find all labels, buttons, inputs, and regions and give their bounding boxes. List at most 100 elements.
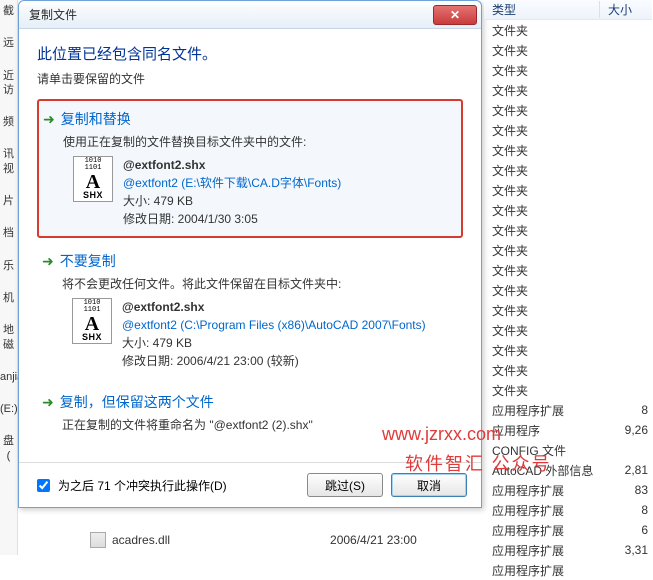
cell-type: 文件夹 <box>484 42 612 59</box>
list-row[interactable]: 应用程序扩展 <box>484 560 652 580</box>
list-row[interactable]: 文件夹 <box>484 340 652 360</box>
cell-type: 文件夹 <box>484 122 612 139</box>
option-desc: 使用正在复制的文件替换目标文件夹中的文件: <box>63 133 453 150</box>
cell-type: 应用程序扩展 <box>484 502 612 519</box>
list-row[interactable]: 应用程序扩展8 <box>484 400 652 420</box>
list-row[interactable]: 文件夹 <box>484 300 652 320</box>
explorer-row-visible[interactable]: acadres.dll 2006/4/21 23:00 <box>90 532 650 548</box>
cell-type: 文件夹 <box>484 162 612 179</box>
arrow-icon: ➜ <box>43 111 55 128</box>
list-row[interactable]: 文件夹 <box>484 60 652 80</box>
file-size: 大小: 479 KB <box>122 334 426 352</box>
arrow-icon: ➜ <box>42 253 54 270</box>
option-copy-replace[interactable]: ➜ 复制和替换 使用正在复制的文件替换目标文件夹中的文件: 1010 1101 … <box>37 99 463 238</box>
list-row[interactable]: 文件夹 <box>484 260 652 280</box>
list-row[interactable]: 文件夹 <box>484 40 652 60</box>
cell-type: 应用程序扩展 <box>484 562 612 579</box>
list-row[interactable]: 文件夹 <box>484 120 652 140</box>
option-keep-both[interactable]: ➜ 复制，但保留这两个文件 正在复制的文件将重命名为 "@extfont2 (2… <box>37 383 463 448</box>
cell-type: 文件夹 <box>484 22 612 39</box>
list-row[interactable]: 文件夹 <box>484 160 652 180</box>
list-row[interactable]: 文件夹 <box>484 100 652 120</box>
close-button[interactable]: ✕ <box>433 5 477 25</box>
apply-all-label: 为之后 71 个冲突执行此操作(D) <box>58 477 227 494</box>
copy-file-dialog: 复制文件 ✕ 此位置已经包含同名文件。 请单击要保留的文件 ➜ 复制和替换 使用… <box>18 0 482 508</box>
cell-type: 文件夹 <box>484 322 612 339</box>
cell-type: 文件夹 <box>484 82 612 99</box>
col-size-header[interactable]: 大小 <box>600 1 652 18</box>
parent-fragment: 盘 ( <box>0 434 17 463</box>
bottom-file-date: 2006/4/21 23:00 <box>330 533 417 547</box>
shx-file-icon: 1010 1101 A SHX <box>73 156 113 202</box>
cell-type: 文件夹 <box>484 342 612 359</box>
cell-type: 文件夹 <box>484 222 612 239</box>
list-row[interactable]: 应用程序扩展83 <box>484 480 652 500</box>
list-row[interactable]: 文件夹 <box>484 380 652 400</box>
cell-size: 2,81 <box>612 463 652 477</box>
list-row[interactable]: 文件夹 <box>484 360 652 380</box>
dll-file-icon <box>90 532 106 548</box>
parent-fragment: 讯视 <box>0 147 17 176</box>
headline: 此位置已经包含同名文件。 <box>37 43 463 64</box>
file-date: 修改日期: 2004/1/30 3:05 <box>123 210 341 228</box>
cell-type: CONFIG 文件 <box>484 442 612 459</box>
cell-type: 文件夹 <box>484 362 612 379</box>
file-meta: @extfont2.shx @extfont2 (E:\软件下载\CA.D字体\… <box>123 156 341 228</box>
dialog-title: 复制文件 <box>29 6 433 23</box>
parent-fragment: 档 <box>0 226 17 240</box>
option-desc: 正在复制的文件将重命名为 "@extfont2 (2).shx" <box>62 416 454 433</box>
shx-file-icon: 1010 1101 A SHX <box>72 298 112 344</box>
apply-all-checkbox[interactable] <box>37 479 50 492</box>
list-row[interactable]: 文件夹 <box>484 200 652 220</box>
cancel-button[interactable]: 取消 <box>391 473 467 497</box>
file-block: 1010 1101 A SHX @extfont2.shx @extfont2 … <box>73 156 453 228</box>
list-row[interactable]: 应用程序9,26 <box>484 420 652 440</box>
file-date: 修改日期: 2006/4/21 23:00 (较新) <box>122 352 426 370</box>
cell-type: AutoCAD 外部信息 <box>484 462 612 479</box>
list-header[interactable]: 类型 大小 <box>484 0 652 20</box>
list-row[interactable]: 文件夹 <box>484 280 652 300</box>
parent-fragment: 近访 <box>0 69 17 98</box>
list-row[interactable]: CONFIG 文件 <box>484 440 652 460</box>
explorer-list: 类型 大小 文件夹文件夹文件夹文件夹文件夹文件夹文件夹文件夹文件夹文件夹文件夹文… <box>484 0 652 580</box>
cell-size: 9,26 <box>612 423 652 437</box>
list-row[interactable]: 应用程序扩展8 <box>484 500 652 520</box>
list-row[interactable]: 文件夹 <box>484 240 652 260</box>
col-type-header[interactable]: 类型 <box>484 1 600 18</box>
cell-type: 文件夹 <box>484 102 612 119</box>
parent-fragment: 频 <box>0 115 17 129</box>
cell-type: 应用程序 <box>484 422 612 439</box>
parent-fragment: 片 <box>0 194 17 208</box>
cell-type: 应用程序扩展 <box>484 482 612 499</box>
list-row[interactable]: 文件夹 <box>484 80 652 100</box>
parent-fragment: 截 <box>0 4 17 18</box>
cell-size: 8 <box>612 503 652 517</box>
list-row[interactable]: 文件夹 <box>484 180 652 200</box>
parent-fragment: 乐 <box>0 259 17 273</box>
parent-fragment: 远 <box>0 36 17 50</box>
dialog-body: 此位置已经包含同名文件。 请单击要保留的文件 ➜ 复制和替换 使用正在复制的文件… <box>19 29 481 462</box>
list-row[interactable]: 文件夹 <box>484 140 652 160</box>
file-name: @extfont2.shx <box>122 298 426 316</box>
parent-fragment: (E:) <box>0 402 17 416</box>
file-meta: @extfont2.shx @extfont2 (C:\Program File… <box>122 298 426 370</box>
file-name: @extfont2.shx <box>123 156 341 174</box>
titlebar[interactable]: 复制文件 ✕ <box>19 1 481 29</box>
cell-type: 文件夹 <box>484 282 612 299</box>
list-row[interactable]: AutoCAD 外部信息2,81 <box>484 460 652 480</box>
skip-button[interactable]: 跳过(S) <box>307 473 383 497</box>
cell-type: 文件夹 <box>484 142 612 159</box>
parent-fragment: anjia <box>0 370 17 384</box>
subline: 请单击要保留的文件 <box>37 70 463 87</box>
file-path: @extfont2 (C:\Program Files (x86)\AutoCA… <box>122 316 426 334</box>
option-title: 不要复制 <box>60 251 116 271</box>
option-title: 复制，但保留这两个文件 <box>60 392 214 412</box>
list-row[interactable]: 文件夹 <box>484 20 652 40</box>
cell-type: 文件夹 <box>484 262 612 279</box>
list-row[interactable]: 文件夹 <box>484 320 652 340</box>
bottom-file-name: acadres.dll <box>112 533 170 547</box>
cell-type: 文件夹 <box>484 382 612 399</box>
option-dont-copy[interactable]: ➜ 不要复制 将不会更改任何文件。将此文件保留在目标文件夹中: 1010 110… <box>37 242 463 379</box>
cell-size: 8 <box>612 403 652 417</box>
list-row[interactable]: 文件夹 <box>484 220 652 240</box>
